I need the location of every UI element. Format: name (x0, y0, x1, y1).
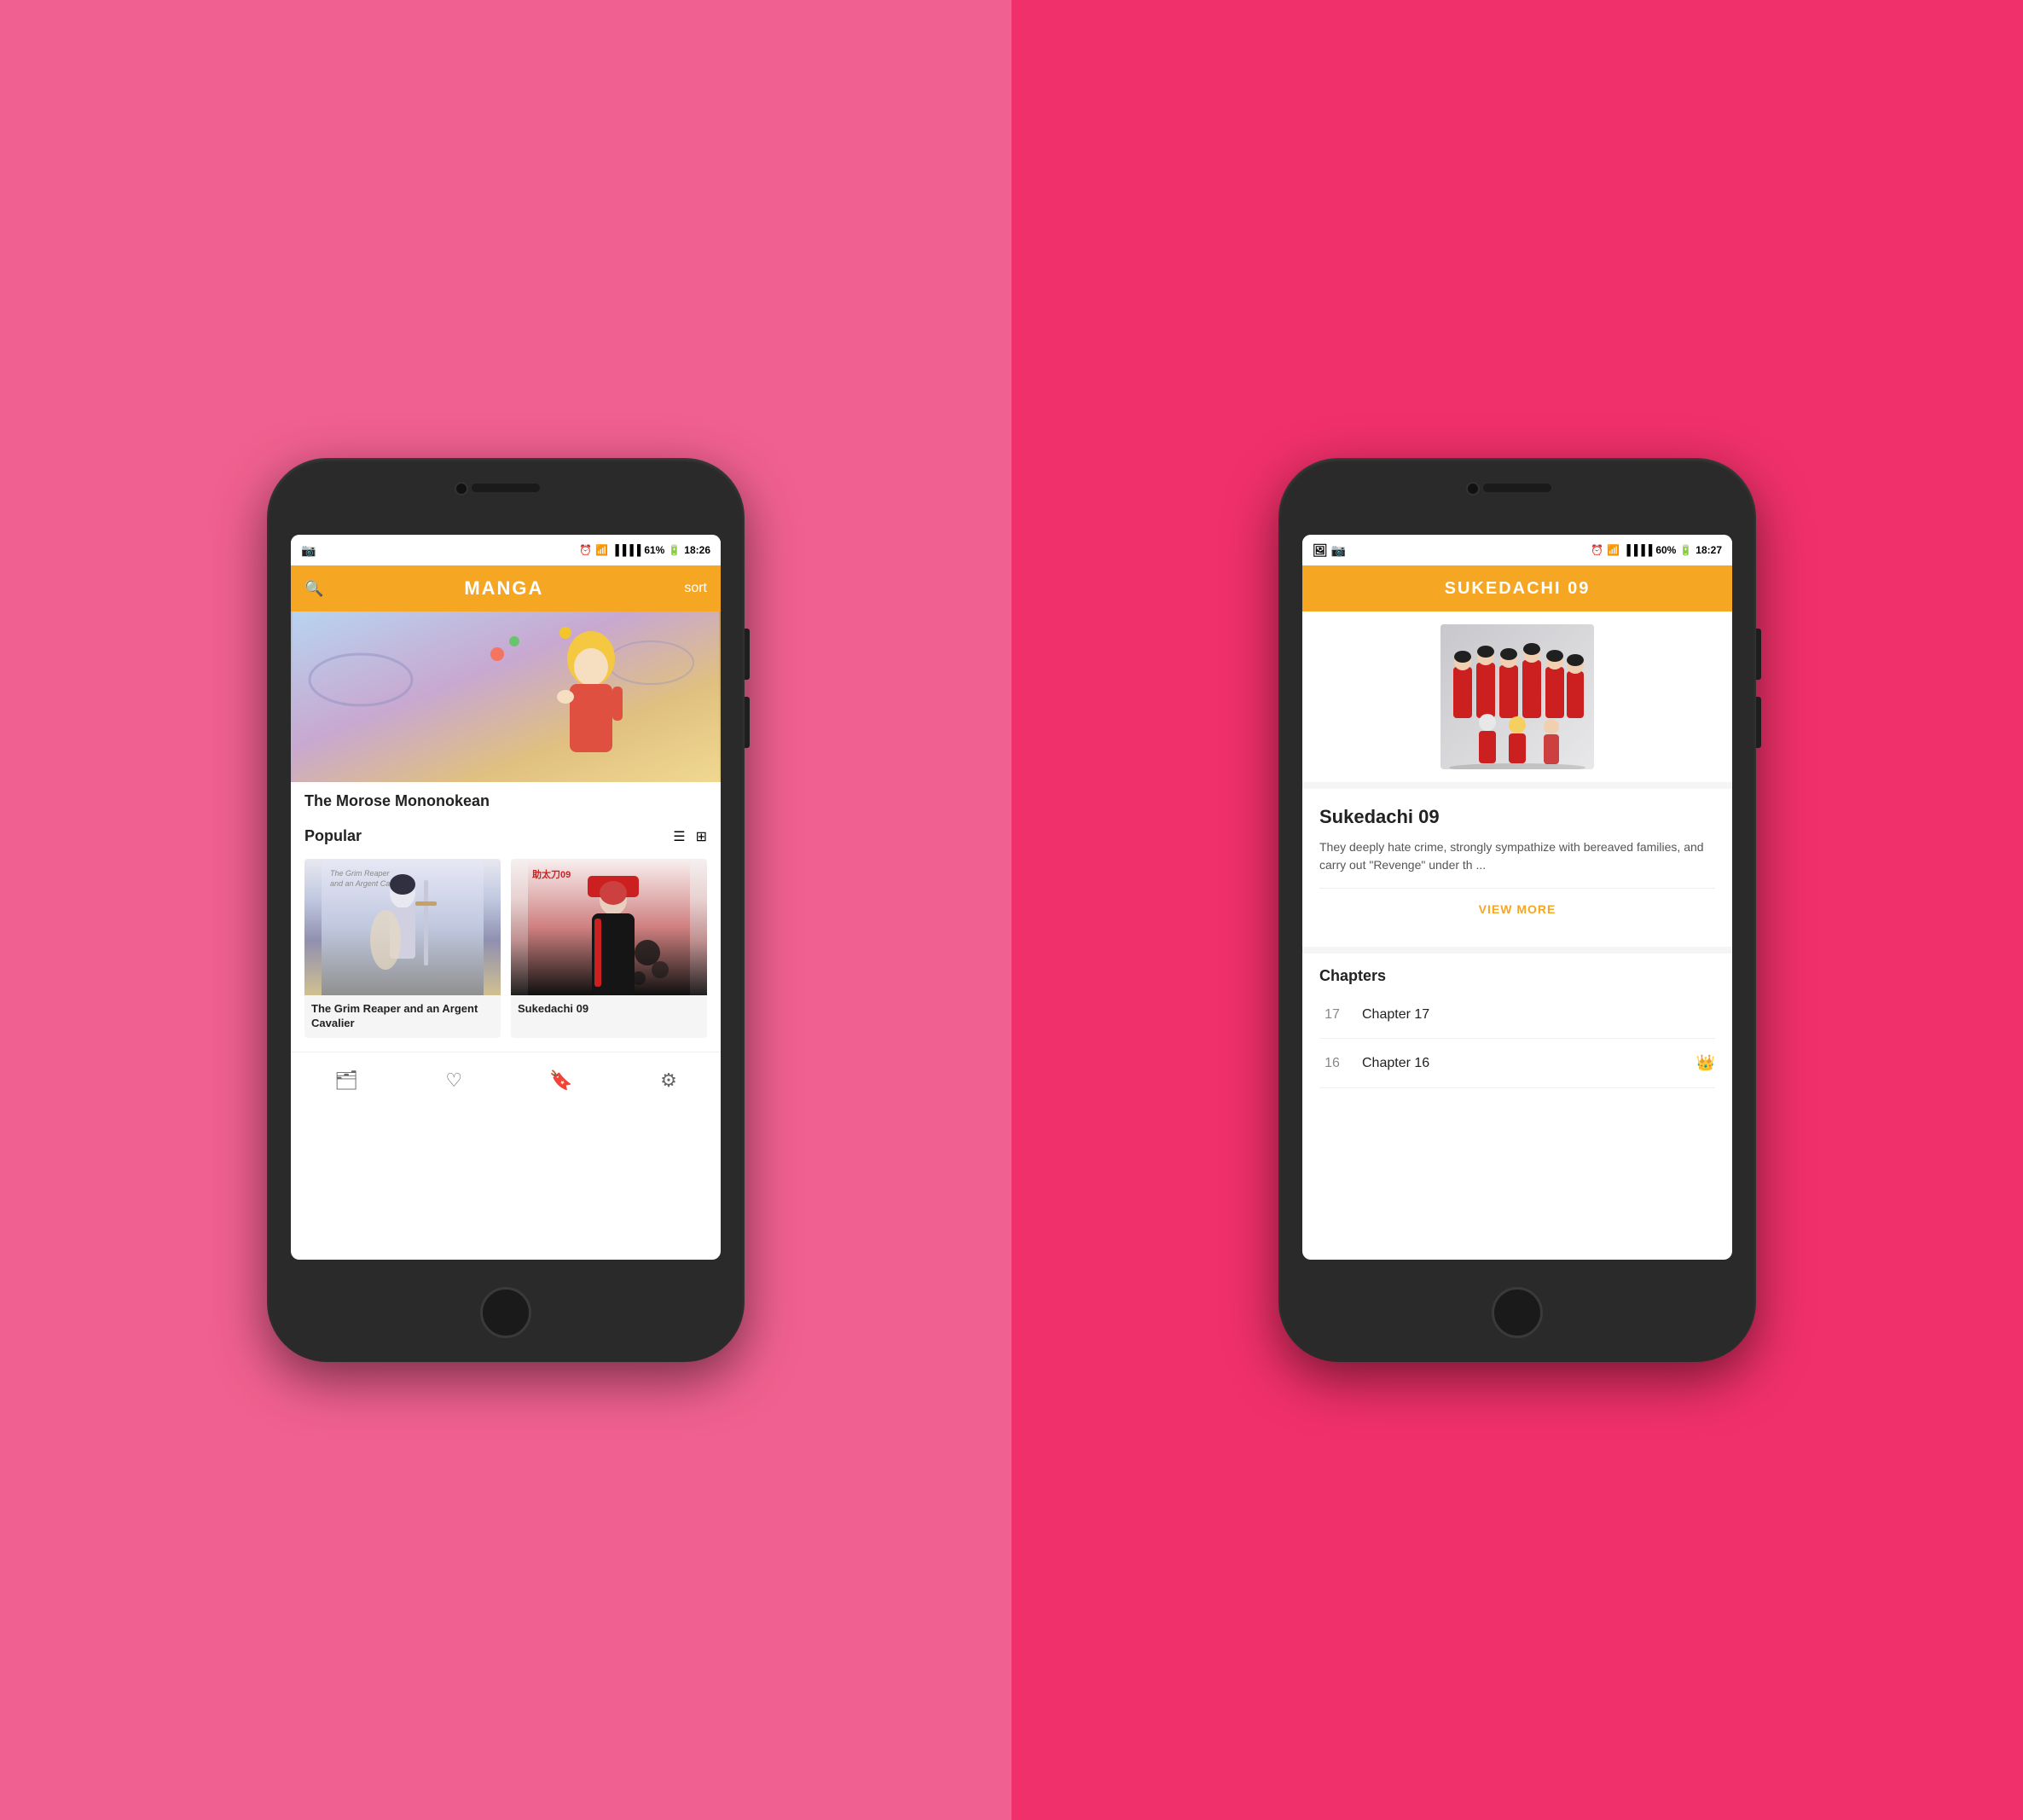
detail-description: They deeply hate crime, strongly sympath… (1319, 838, 1715, 874)
grid-view-icon[interactable]: ⊞ (696, 828, 707, 845)
left-phone: 📷 ⏰ 📶 ▐▐▐▐ 61% 🔋 18:26 🔍 MANGA sort (267, 458, 745, 1362)
battery-percent: 61% (644, 544, 664, 556)
app-title: MANGA (323, 577, 684, 600)
camera-left (455, 482, 468, 496)
alarm-icon-r: ⏰ (1591, 544, 1603, 556)
chapters-section-title: Chapters (1319, 967, 1715, 985)
detail-manga-title: Sukedachi 09 (1319, 806, 1715, 828)
speaker-right (1483, 484, 1551, 492)
chapter-name-16: Chapter 16 (1362, 1056, 1679, 1071)
grim-reaper-title: The Grim Reaper and an Argent Cavalier (304, 995, 501, 1038)
home-button-right[interactable] (1492, 1287, 1543, 1338)
view-toggle-icons: ☰ ⊞ (673, 828, 707, 845)
nav-bookmarks[interactable]: 🔖 (549, 1069, 572, 1092)
time-left: 18:26 (684, 544, 710, 556)
chapter-name-17: Chapter 17 (1362, 1007, 1715, 1023)
chapter-number-17: 17 (1319, 1007, 1345, 1023)
chapters-section: Chapters 17 Chapter 17 16 Chapter 16 👑 (1302, 953, 1732, 1102)
view-more-button[interactable]: VIEW MORE (1319, 888, 1715, 930)
manga-app-header: 🔍 MANGA sort (291, 565, 721, 611)
wifi-icon: 📶 (595, 544, 608, 556)
manga-card-sukedachi[interactable]: 助太刀09 (511, 859, 707, 1038)
alarm-icon: ⏰ (579, 544, 592, 556)
status-bar-right: 🖼 📷 ⏰ 📶 ▐▐▐▐ 60% 🔋 18:27 (1302, 535, 1732, 565)
svg-text:The Grim Reaper: The Grim Reaper (330, 869, 391, 878)
speaker-left (472, 484, 540, 492)
search-icon[interactable]: 🔍 (304, 580, 323, 598)
bottom-navigation: 🗂 ♡ 🔖 ⚙ (291, 1052, 721, 1110)
sukedachi-cover-art: 助太刀09 (511, 859, 707, 995)
crown-icon-16: 👑 (1696, 1054, 1715, 1072)
vol-up-left (745, 629, 750, 680)
signal-bars-r: ▐▐▐▐ (1623, 544, 1652, 556)
nav-settings[interactable]: ⚙ (660, 1069, 677, 1092)
nav-favorites[interactable]: ♡ (445, 1069, 462, 1092)
popular-section-header: Popular ☰ ⊞ (291, 820, 721, 852)
grim-reaper-cover: The Grim Reaper and an Argent Cavalier (304, 859, 501, 995)
library-icon: 🗂 (334, 1069, 358, 1092)
camera-status-icon: 📷 (301, 543, 316, 558)
list-view-icon[interactable]: ☰ (673, 828, 685, 845)
phone-body-right: 🖼 📷 ⏰ 📶 ▐▐▐▐ 60% 🔋 18:27 SUKEDACHI 09 (1278, 458, 1756, 1362)
detail-app-header: SUKEDACHI 09 (1302, 565, 1732, 611)
nav-library[interactable]: 🗂 (334, 1069, 358, 1092)
detail-header-title: SUKEDACHI 09 (1445, 579, 1591, 599)
popular-label: Popular (304, 827, 362, 845)
sukedachi-title: Sukedachi 09 (511, 995, 707, 1023)
manga-list-content: The Morose Mononokean Popular ☰ ⊞ (291, 611, 721, 1052)
battery-icon-r: 🔋 (1679, 544, 1692, 556)
detail-cover-image (1440, 624, 1594, 769)
vol-up-right (1756, 629, 1761, 680)
status-right-left-icons: 🖼 📷 (1313, 543, 1346, 558)
right-phone: 🖼 📷 ⏰ 📶 ▐▐▐▐ 60% 🔋 18:27 SUKEDACHI 09 (1278, 458, 1756, 1362)
svg-text:助太刀09: 助太刀09 (532, 868, 571, 880)
home-button-left[interactable] (480, 1287, 531, 1338)
battery-percent-r: 60% (1655, 544, 1676, 556)
status-right-info: ⏰ 📶 ▐▐▐▐ 61% 🔋 18:26 (579, 544, 710, 556)
vol-down-left (745, 697, 750, 748)
detail-cover-area (1302, 611, 1732, 782)
featured-banner[interactable] (291, 611, 721, 782)
chapter-item-16[interactable]: 16 Chapter 16 👑 (1319, 1039, 1715, 1088)
instagram-icon: 📷 (1331, 543, 1346, 558)
signal-bars: ▐▐▐▐ (612, 544, 641, 556)
camera-right (1466, 482, 1480, 496)
gallery-icon: 🖼 (1313, 543, 1328, 558)
status-left-icons: 📷 (301, 543, 316, 558)
heart-icon: ♡ (445, 1069, 462, 1092)
screen-left: 📷 ⏰ 📶 ▐▐▐▐ 61% 🔋 18:26 🔍 MANGA sort (291, 535, 721, 1260)
vol-down-right (1756, 697, 1761, 748)
status-right-right-info: ⏰ 📶 ▐▐▐▐ 60% 🔋 18:27 (1591, 544, 1722, 556)
time-right: 18:27 (1695, 544, 1722, 556)
gear-icon: ⚙ (660, 1069, 677, 1092)
chapter-number-16: 16 (1319, 1056, 1345, 1071)
status-bar-left: 📷 ⏰ 📶 ▐▐▐▐ 61% 🔋 18:26 (291, 535, 721, 565)
screen-right: 🖼 📷 ⏰ 📶 ▐▐▐▐ 60% 🔋 18:27 SUKEDACHI 09 (1302, 535, 1732, 1260)
wifi-icon-r: 📶 (1607, 544, 1620, 556)
manga-card-grim-reaper[interactable]: The Grim Reaper and an Argent Cavalier (304, 859, 501, 1038)
manga-cards-grid: The Grim Reaper and an Argent Cavalier (291, 852, 721, 1052)
bookmark-icon: 🔖 (549, 1069, 572, 1092)
chapter-item-17[interactable]: 17 Chapter 17 (1319, 992, 1715, 1039)
detail-info-card: Sukedachi 09 They deeply hate crime, str… (1302, 789, 1732, 947)
sort-button[interactable]: sort (684, 581, 707, 596)
phone-body-left: 📷 ⏰ 📶 ▐▐▐▐ 61% 🔋 18:26 🔍 MANGA sort (267, 458, 745, 1362)
featured-manga-title[interactable]: The Morose Mononokean (291, 782, 721, 820)
detail-content-area: Sukedachi 09 They deeply hate crime, str… (1302, 611, 1732, 1102)
battery-icon: 🔋 (668, 544, 681, 556)
